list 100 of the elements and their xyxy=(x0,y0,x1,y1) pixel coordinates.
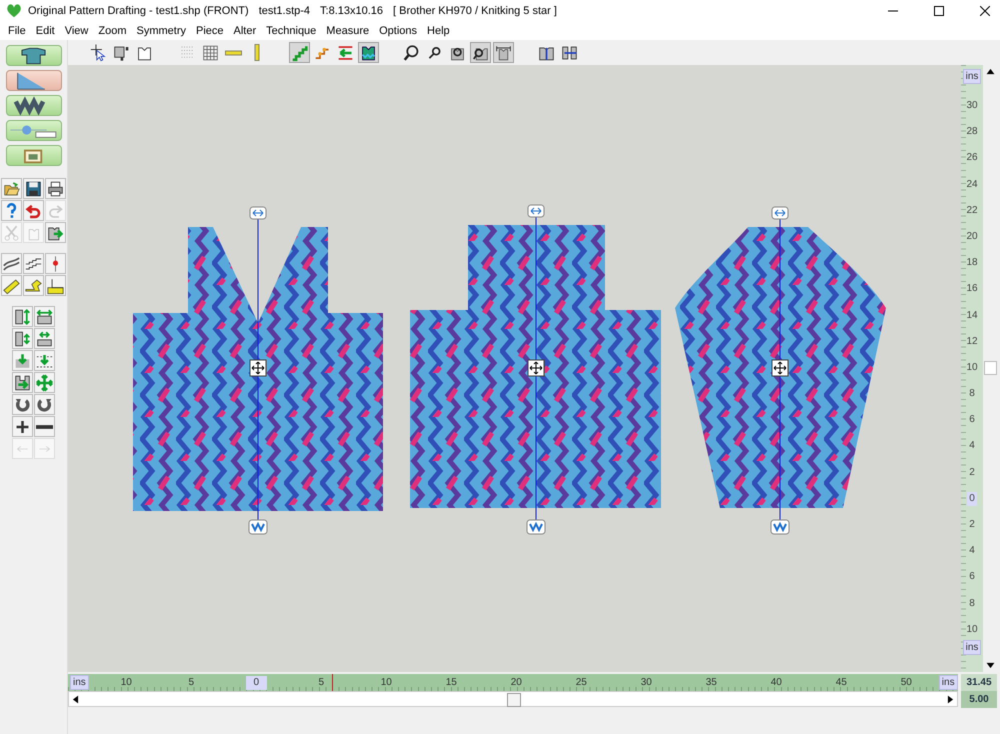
ruler-label: 0 xyxy=(967,492,977,506)
toolbar-button[interactable] xyxy=(358,42,379,63)
ruler-label: 20 xyxy=(965,230,979,244)
tool-button[interactable] xyxy=(23,253,44,274)
ruler-icon xyxy=(254,44,260,61)
folder-icon xyxy=(3,180,20,198)
readout-value: 5.00 xyxy=(961,691,997,708)
tool-button[interactable] xyxy=(34,306,55,327)
window-title: T:8.13x10.16 xyxy=(320,5,384,17)
close-icon[interactable] xyxy=(980,6,990,16)
tool-button[interactable] xyxy=(12,372,33,393)
ruler-label: 5 xyxy=(188,676,196,690)
ruler-label: 15 xyxy=(444,676,458,690)
ruler-label: 40 xyxy=(770,676,783,690)
tool-button[interactable] xyxy=(1,275,22,296)
menu-item[interactable]: View xyxy=(60,25,94,37)
ruler-icon xyxy=(225,50,242,56)
arrow-icon xyxy=(337,44,354,62)
heart-logo-icon xyxy=(6,4,22,18)
toolbar-button[interactable] xyxy=(470,42,491,63)
shrink-icon xyxy=(14,330,31,348)
mode-button[interactable] xyxy=(6,45,62,66)
unit-label[interactable]: ins xyxy=(962,69,982,84)
scroll-thumb[interactable] xyxy=(984,361,997,375)
maximize-icon[interactable] xyxy=(934,6,944,16)
menu-item[interactable]: Measure xyxy=(321,25,374,37)
horizontal-scrollbar[interactable] xyxy=(68,691,958,707)
cursor-line xyxy=(332,674,333,691)
join-piece-icon xyxy=(561,44,578,62)
tape-measure-icon xyxy=(25,276,42,294)
menu-item[interactable]: Piece xyxy=(190,25,229,37)
drop-icon xyxy=(14,352,31,370)
scissors-icon xyxy=(3,224,20,242)
ruler-label: 45 xyxy=(834,676,848,690)
unit-label[interactable]: ins xyxy=(70,675,89,690)
fit-icon xyxy=(495,44,512,62)
tool-button[interactable] xyxy=(1,253,22,274)
shape-handle[interactable] xyxy=(248,520,268,534)
ruler-label: 24 xyxy=(965,178,979,192)
width-handle[interactable] xyxy=(528,204,544,218)
ruler-label: 25 xyxy=(574,676,588,690)
unit-label[interactable]: ins xyxy=(962,640,982,655)
search-icon xyxy=(403,44,420,62)
menu-item[interactable]: Zoom xyxy=(93,25,132,37)
tool-button[interactable] xyxy=(45,178,66,199)
unit-label[interactable]: ins xyxy=(938,675,958,690)
readout-value: 31.45 xyxy=(961,674,997,691)
tool-button[interactable] xyxy=(34,416,55,437)
menu-item[interactable]: Edit xyxy=(30,25,60,37)
ruler-label: 10 xyxy=(965,622,979,637)
menu-item[interactable]: Alter xyxy=(228,25,262,37)
stairs-icon xyxy=(291,44,308,62)
shape-handle[interactable] xyxy=(770,520,790,534)
ruler-label: 6 xyxy=(968,570,976,584)
tool-button[interactable] xyxy=(12,306,33,327)
ruler-label: 5 xyxy=(318,676,326,690)
ruler-label: 16 xyxy=(965,282,979,296)
ruler-label: 10 xyxy=(965,360,979,375)
stretch-icon xyxy=(36,308,53,326)
sweater-icon xyxy=(20,46,46,64)
menu-item[interactable]: Help xyxy=(422,25,455,37)
shape-handle[interactable] xyxy=(526,520,546,534)
ruler-label: 50 xyxy=(900,676,913,690)
tool-button[interactable] xyxy=(34,394,55,415)
move-handle[interactable] xyxy=(528,360,544,376)
ruler-label: 10 xyxy=(120,676,133,690)
tool-button[interactable] xyxy=(23,178,44,199)
ruler-label: 2 xyxy=(968,518,976,532)
ruler-label: 22 xyxy=(965,204,979,218)
select-arrow-icon xyxy=(90,44,107,62)
width-handle[interactable] xyxy=(772,206,788,220)
menu-item[interactable]: Symmetry xyxy=(131,25,191,37)
tool-button[interactable] xyxy=(12,328,33,349)
window-title: Original Pattern Drafting - test1.shp (FRONT) xyxy=(28,5,249,17)
ruler-label: 14 xyxy=(965,308,979,322)
ruler-label: 10 xyxy=(380,676,393,690)
ruler-label: 6 xyxy=(968,413,976,428)
move-icon xyxy=(36,374,53,392)
ruler-label: 30 xyxy=(965,99,979,113)
ruler-label: 28 xyxy=(965,125,979,140)
move-handle[interactable] xyxy=(772,360,788,376)
tool-button[interactable] xyxy=(34,328,55,349)
tool-button[interactable] xyxy=(45,275,66,296)
toolbar-button[interactable] xyxy=(493,42,514,63)
tool-button[interactable] xyxy=(12,416,33,437)
ruler-label: 35 xyxy=(704,676,718,690)
menu-item[interactable]: File xyxy=(3,25,31,37)
menu-item[interactable]: Options xyxy=(374,25,422,37)
tool-button[interactable] xyxy=(23,275,44,296)
window-title: test1.stp-4 xyxy=(258,5,310,17)
scroll-thumb[interactable] xyxy=(507,693,521,707)
tool-button[interactable] xyxy=(45,222,66,243)
mode-button[interactable] xyxy=(6,95,62,116)
menu-item[interactable]: Technique xyxy=(261,25,322,37)
move-handle[interactable] xyxy=(250,360,266,376)
stretch-icon xyxy=(14,308,31,326)
tool-button[interactable] xyxy=(12,394,33,415)
shift-icon xyxy=(14,374,31,392)
shrink-icon xyxy=(36,330,53,348)
width-handle[interactable] xyxy=(250,206,266,220)
